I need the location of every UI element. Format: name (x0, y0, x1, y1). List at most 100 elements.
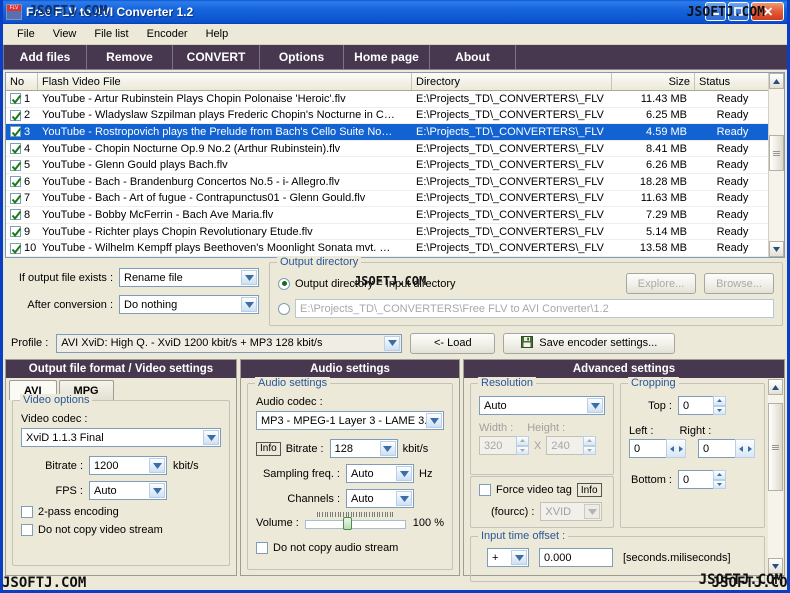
crop-left-spinner[interactable] (666, 439, 686, 458)
row-checkbox[interactable] (10, 109, 22, 121)
chevron-down-icon[interactable] (587, 398, 603, 413)
chevron-down-icon[interactable] (384, 335, 401, 351)
no-copy-video-row[interactable]: Do not copy video stream (21, 524, 221, 536)
force-video-tag-info-button[interactable]: Info (576, 483, 602, 497)
crop-bottom-spinner[interactable] (713, 470, 726, 489)
if-output-exists-select[interactable]: Rename file (119, 268, 259, 287)
row-checkbox[interactable] (10, 143, 22, 155)
minimize-button[interactable] (705, 2, 726, 21)
video-codec-select[interactable]: XviD 1.1.3 Final (21, 428, 221, 447)
scroll-up-icon[interactable] (769, 73, 784, 89)
toolbar-convert-button[interactable]: CONVERT (173, 45, 260, 69)
load-profile-button[interactable]: <- Load (410, 332, 496, 354)
row-checkbox[interactable] (10, 126, 22, 138)
toolbar-home-page-button[interactable]: Home page (344, 45, 430, 69)
time-offset-sign-select[interactable]: + (487, 548, 529, 567)
column-header-file[interactable]: Flash Video File (38, 73, 412, 90)
menu-item-help[interactable]: Help (198, 26, 237, 42)
radio-custom-directory[interactable] (278, 302, 290, 315)
maximize-button[interactable] (728, 2, 749, 21)
row-check-and-number[interactable]: 1 (6, 93, 38, 105)
spin-down-icon[interactable] (583, 445, 597, 455)
crop-top-spinner[interactable] (713, 396, 726, 415)
table-row[interactable]: 2 YouTube - Wladyslaw Szpilman plays Fred… (6, 108, 784, 125)
save-encoder-settings-button[interactable]: Save encoder settings... (503, 332, 676, 354)
browse-button[interactable]: Browse... (704, 273, 774, 294)
close-button[interactable] (751, 2, 784, 21)
scroll-thumb[interactable] (769, 134, 784, 171)
scroll-track[interactable] (768, 395, 783, 558)
two-pass-checkbox[interactable] (21, 506, 33, 518)
column-header-size[interactable]: Size (612, 73, 695, 90)
profile-select[interactable]: AVI XviD: High Q. - XviD 1200 kbit/s + M… (56, 333, 403, 353)
audio-channels-select[interactable]: Auto (346, 489, 414, 508)
video-fps-select[interactable]: Auto (89, 481, 167, 500)
toolbar-options-button[interactable]: Options (260, 45, 344, 69)
menu-item-encoder[interactable]: Encoder (139, 26, 196, 42)
table-row[interactable]: 1 YouTube - Artur Rubinstein Plays Chopin… (6, 91, 784, 108)
output-directory-same-row[interactable]: Output directory = Input directory Explo… (278, 273, 774, 294)
column-header-directory[interactable]: Directory (412, 73, 612, 90)
crop-left-input[interactable]: 0 (629, 439, 667, 458)
toolbar-remove-button[interactable]: Remove (87, 45, 173, 69)
table-row[interactable]: 9 YouTube - Richter plays Chopin Revoluti… (6, 224, 784, 241)
row-checkbox[interactable] (10, 242, 22, 254)
volume-slider[interactable] (304, 512, 406, 530)
menu-item-filelist[interactable]: File list (86, 26, 136, 42)
file-list-scrollbar[interactable] (768, 73, 784, 257)
chevron-down-icon[interactable] (584, 504, 601, 519)
chevron-down-icon[interactable] (241, 297, 257, 312)
table-row[interactable]: 4 YouTube - Chopin Nocturne Op.9 No.2 (Ar… (6, 141, 784, 158)
video-bitrate-select[interactable]: 1200 (89, 456, 167, 475)
chevron-down-icon[interactable] (511, 550, 527, 565)
row-check-and-number[interactable]: 7 (6, 192, 38, 204)
chevron-down-icon[interactable] (241, 270, 257, 285)
spin-down-icon[interactable] (516, 445, 529, 455)
column-header-status[interactable]: Status (695, 73, 770, 90)
chevron-down-icon[interactable] (396, 466, 412, 481)
spin-up-icon[interactable] (713, 396, 726, 406)
spin-up-icon[interactable] (713, 470, 726, 480)
row-checkbox[interactable] (10, 209, 22, 221)
row-checkbox[interactable] (10, 176, 22, 188)
volume-slider-track[interactable] (304, 520, 406, 529)
table-row[interactable]: 8 YouTube - Bobby McFerrin - Bach Ave Mar… (6, 207, 784, 224)
row-checkbox[interactable] (10, 159, 22, 171)
radio-same-directory[interactable] (278, 277, 290, 290)
crop-right-input[interactable]: 0 (698, 439, 736, 458)
row-check-and-number[interactable]: 6 (6, 176, 38, 188)
column-header-no[interactable]: No (6, 73, 38, 90)
table-row[interactable]: 7 YouTube - Bach - Art of fugue - Contrap… (6, 191, 784, 208)
volume-slider-thumb[interactable] (343, 517, 353, 530)
chevron-down-icon[interactable] (396, 491, 412, 506)
scroll-up-icon[interactable] (768, 379, 783, 395)
crop-top-input[interactable]: 0 (678, 396, 714, 415)
audio-info-button[interactable]: Info (256, 441, 281, 456)
scroll-track[interactable] (769, 89, 784, 241)
resolution-height-input[interactable]: 240 (546, 436, 585, 455)
resolution-select[interactable]: Auto (479, 396, 605, 415)
spin-down-icon[interactable] (713, 405, 726, 415)
scroll-down-icon[interactable] (769, 241, 784, 257)
force-video-tag-checkbox[interactable] (479, 484, 491, 496)
row-check-and-number[interactable]: 4 (6, 143, 38, 155)
crop-bottom-input[interactable]: 0 (678, 470, 714, 489)
audio-bitrate-select[interactable]: 128 (329, 439, 398, 458)
row-check-and-number[interactable]: 2 (6, 109, 38, 121)
table-row[interactable]: 6 YouTube - Bach - Brandenburg Concertos … (6, 174, 784, 191)
menu-item-view[interactable]: View (45, 26, 85, 42)
table-row[interactable]: 10 YouTube - Wilhelm Kempff plays Beethov… (6, 240, 784, 257)
fourcc-select[interactable]: XVID (540, 502, 603, 521)
scroll-down-icon[interactable] (768, 558, 783, 574)
crop-right-spinner[interactable] (735, 439, 755, 458)
no-copy-audio-row[interactable]: Do not copy audio stream (256, 542, 444, 554)
table-row[interactable]: 5 YouTube - Glenn Gould plays Bach.flv E:\… (6, 157, 784, 174)
spin-up-icon[interactable] (583, 436, 597, 446)
spin-down-icon[interactable] (713, 479, 726, 489)
chevron-down-icon[interactable] (149, 483, 165, 498)
advanced-panel-scrollbar[interactable] (768, 379, 783, 574)
after-conversion-select[interactable]: Do nothing (119, 295, 259, 314)
spin-up-icon[interactable] (516, 436, 529, 446)
time-offset-input[interactable]: 0.000 (539, 548, 613, 567)
toolbar-about-button[interactable]: About (430, 45, 516, 69)
